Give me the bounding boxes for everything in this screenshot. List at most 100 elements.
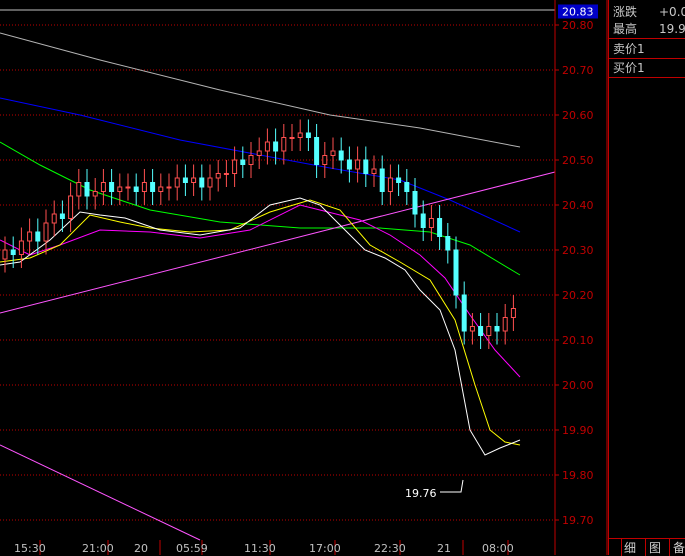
candle-body bbox=[355, 159, 361, 170]
time-tick-label: 08:00 bbox=[482, 542, 514, 555]
candle-body bbox=[174, 177, 180, 188]
panel-divider bbox=[609, 38, 685, 39]
candle-body bbox=[412, 191, 418, 215]
candle-body bbox=[314, 137, 320, 165]
candle-body bbox=[158, 186, 164, 192]
candle-body bbox=[35, 231, 41, 242]
candle-body bbox=[232, 159, 238, 174]
price-tick-label: 19.90 bbox=[562, 424, 594, 437]
candle-body bbox=[305, 132, 311, 138]
candle-body bbox=[256, 150, 262, 156]
price-tick-label: 20.30 bbox=[562, 244, 594, 257]
candle-body bbox=[420, 213, 426, 228]
candle-body bbox=[404, 182, 410, 192]
candle-body bbox=[27, 231, 33, 242]
change-value: +0.0 bbox=[659, 5, 685, 19]
candle-body bbox=[10, 249, 16, 255]
candle-body bbox=[363, 159, 369, 174]
candle-body bbox=[133, 186, 139, 192]
price-tick-label: 20.00 bbox=[562, 379, 594, 392]
candle-body bbox=[207, 177, 213, 188]
candle-body bbox=[43, 222, 49, 242]
candle-body bbox=[510, 308, 516, 318]
candle-body bbox=[191, 177, 197, 183]
price-tick-label: 20.40 bbox=[562, 199, 594, 212]
panel-tabs: 细 图 备 bbox=[609, 538, 685, 556]
candle-body bbox=[92, 191, 98, 197]
candle-body bbox=[18, 240, 24, 255]
candle-body bbox=[461, 294, 467, 332]
candle-body bbox=[240, 159, 246, 165]
price-tick-label: 20.50 bbox=[562, 154, 594, 167]
price-tick-label: 20.70 bbox=[562, 64, 594, 77]
candle-body bbox=[437, 218, 443, 237]
time-tick-label: 22:30 bbox=[374, 542, 406, 555]
low-marker-label: 19.76 bbox=[405, 487, 437, 500]
candle-body bbox=[289, 137, 295, 139]
candle-body bbox=[68, 195, 74, 219]
panel-row-bid: 买价1 bbox=[613, 61, 645, 75]
panel-divider bbox=[609, 58, 685, 59]
candle-body bbox=[141, 182, 147, 192]
price-tick-label: 19.70 bbox=[562, 514, 594, 527]
high-label: 最高 bbox=[613, 22, 638, 36]
candle-body bbox=[371, 168, 377, 174]
candle-body bbox=[453, 249, 459, 296]
candle-body bbox=[322, 155, 328, 165]
candle-body bbox=[379, 168, 385, 192]
chart-grid bbox=[0, 9, 555, 521]
change-label: 涨跌 bbox=[613, 5, 638, 19]
candle-body bbox=[338, 150, 344, 161]
candle-body bbox=[125, 186, 131, 189]
candle-body bbox=[264, 141, 270, 152]
trendline-upper bbox=[0, 171, 556, 314]
candle-body bbox=[346, 159, 352, 170]
ask-label: 卖价1 bbox=[613, 42, 645, 56]
candle-body bbox=[248, 155, 254, 165]
price-chart[interactable]: 19.76 19.70 19.80 19.90 20.00 20.10 20.20 20.3… bbox=[0, 0, 610, 555]
ma60-line bbox=[0, 141, 521, 276]
candle-body bbox=[445, 236, 451, 251]
moving-average-lines bbox=[0, 32, 556, 541]
candle-body bbox=[117, 186, 123, 192]
ma120-line bbox=[0, 97, 521, 233]
candle-body bbox=[76, 182, 82, 197]
tab-detail[interactable]: 细 bbox=[624, 541, 636, 555]
candle-body bbox=[486, 326, 492, 336]
tab-notes[interactable]: 备 bbox=[673, 541, 685, 555]
time-tick-label: 20 bbox=[134, 542, 148, 555]
candle-body bbox=[396, 177, 402, 183]
candle-body bbox=[502, 317, 508, 332]
time-tick-label: 17:00 bbox=[309, 542, 341, 555]
candle-body bbox=[330, 150, 336, 156]
price-tick-label: 20.80 bbox=[562, 19, 594, 32]
current-price-label: 20.83 bbox=[562, 6, 594, 19]
tab-chart[interactable]: 图 bbox=[649, 541, 661, 555]
ma250-line bbox=[0, 32, 521, 148]
candle-body bbox=[494, 326, 500, 332]
time-axis: 15:30 21:00 20 05:59 11:30 17:00 22:30 21 08:00 bbox=[14, 540, 514, 555]
price-tick-label: 20.60 bbox=[562, 109, 594, 122]
trendline-lower bbox=[0, 444, 201, 541]
candle-body bbox=[59, 213, 65, 219]
candle-body bbox=[478, 326, 484, 336]
candle-body bbox=[273, 141, 279, 152]
candle-body bbox=[387, 177, 393, 192]
low-marker-pointer bbox=[440, 479, 464, 493]
candle-body bbox=[109, 182, 115, 192]
high-value: 19.9 bbox=[659, 22, 685, 36]
price-tick-label: 20.20 bbox=[562, 289, 594, 302]
candle-body bbox=[215, 173, 221, 179]
candle-body bbox=[199, 177, 205, 188]
candle-body bbox=[297, 132, 303, 138]
price-tick-label: 19.80 bbox=[562, 469, 594, 482]
time-tick-label: 21 bbox=[437, 542, 451, 555]
time-tick-label: 21:00 bbox=[82, 542, 114, 555]
candle-body bbox=[469, 326, 475, 332]
candle-body bbox=[166, 186, 172, 189]
time-tick-label: 05:59 bbox=[176, 542, 208, 555]
panel-divider bbox=[609, 77, 685, 78]
candle-body bbox=[182, 177, 188, 183]
price-tick-label: 20.10 bbox=[562, 334, 594, 347]
candle-body bbox=[51, 213, 57, 224]
